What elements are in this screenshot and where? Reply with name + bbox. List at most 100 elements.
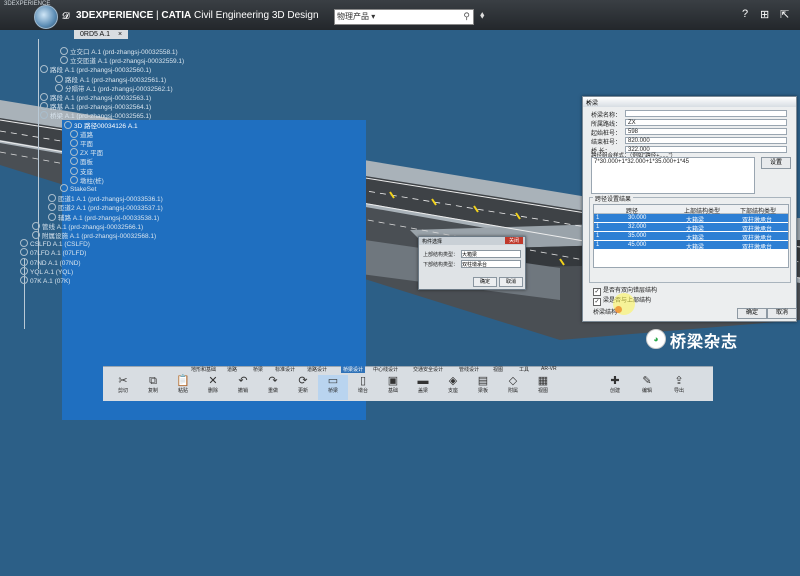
ribbon-button[interactable]: ✎ 编辑 <box>632 375 662 400</box>
product-node-icon <box>60 56 68 65</box>
product-node-icon <box>70 157 78 166</box>
close-icon[interactable]: × <box>586 98 793 107</box>
ribbon-tab[interactable]: 管线设计 <box>459 366 479 373</box>
start-station-field[interactable]: 598 <box>625 128 787 135</box>
brand-prefix: 3DEXPERIENCE <box>76 10 154 21</box>
lower-type-label: 下部结构类型： <box>423 262 459 268</box>
ribbon-tab[interactable]: AR-VR <box>541 366 557 372</box>
cell-lower: 双柱墩承台 <box>742 245 773 251</box>
ribbon-button[interactable]: ▯ 墩台 <box>348 375 378 400</box>
tag-icon[interactable]: ⬧ <box>480 10 485 21</box>
ribbon-button[interactable]: ◈ 支座 <box>438 375 468 400</box>
brand-product: Civil Engineering 3D Design <box>191 10 319 21</box>
ribbon-tab[interactable]: 道路设计 <box>307 366 327 373</box>
route-field[interactable]: ZX <box>625 119 787 126</box>
ribbon-tab[interactable]: 交通安全设计 <box>413 366 443 373</box>
ribbon-button-label: 删除 <box>207 388 218 394</box>
search-input[interactable]: 物理产品 ▾ ⚲ <box>334 9 474 25</box>
ribbon-button-icon: ⟳ <box>298 375 308 387</box>
table-row[interactable]: 1 32.000 大箱梁 双柱墩承台 <box>594 223 788 233</box>
product-node-icon <box>32 231 40 239</box>
cell-span: 45.000 <box>628 242 647 248</box>
ribbon-tab[interactable]: 道路 <box>227 366 237 373</box>
cancel-button[interactable]: 取消 <box>767 308 797 319</box>
end-station-label: 结束桩号： <box>591 140 622 146</box>
upper-type-select[interactable]: 大箱梁 <box>461 250 521 258</box>
ribbon-button-icon: ✕ <box>208 375 218 387</box>
ribbon-tab[interactable]: 地形和基础 <box>191 366 216 373</box>
ribbon-button[interactable]: ⧉ 复制 <box>138 375 168 400</box>
ribbon-tab[interactable]: 桥梁 <box>253 366 263 373</box>
ribbon-button[interactable]: ▦ 视图 <box>528 375 558 400</box>
ribbon-button[interactable]: ▣ 基础 <box>378 375 408 400</box>
ribbon-button-label: 墩台 <box>357 388 368 394</box>
component-ok-button[interactable]: 确定 <box>473 277 497 287</box>
double-layer-label: 是否有双向错层结构 <box>603 288 658 294</box>
ok-button[interactable]: 确定 <box>737 308 767 319</box>
ribbon-button[interactable]: ✂ 剪切 <box>108 375 138 400</box>
upper-type-label: 上部结构类型： <box>423 252 459 258</box>
cursor-highlight <box>613 293 635 315</box>
ribbon-button[interactable]: ↷ 重做 <box>258 375 288 400</box>
component-cancel-button[interactable]: 取消 <box>499 277 523 287</box>
bridge-name-field[interactable] <box>625 110 787 117</box>
ribbon-tab[interactable]: 桥梁设计 <box>341 366 366 373</box>
ribbon-button[interactable]: 📋 粘贴 <box>168 375 198 400</box>
component-dialog-title: 构件选择 <box>422 239 443 245</box>
add-icon[interactable]: ⊞ <box>760 8 769 21</box>
ribbon-button[interactable]: ▤ 梁板 <box>468 375 498 400</box>
ribbon-button-icon: 📋 <box>176 375 190 387</box>
ribbon-button[interactable]: ▭ 桥梁 <box>318 375 348 400</box>
tree-item-label: CSLFD A.1 (CSLFD) <box>30 241 90 249</box>
ribbon-button[interactable]: ✕ 删除 <box>198 375 228 400</box>
ribbon-button[interactable]: ✚ 创建 <box>600 375 630 400</box>
ribbon-tab[interactable]: 中心线设计 <box>373 366 398 373</box>
span-style-field[interactable]: 7*30.000+1*32.000+1*35.000+1*45 <box>591 157 755 194</box>
product-node-icon <box>60 47 68 55</box>
ribbon-button-icon: ✎ <box>642 375 652 387</box>
tab-document[interactable]: 0RD5 A.1 × <box>74 30 129 39</box>
product-node-icon <box>40 93 48 101</box>
product-node-icon <box>48 203 56 212</box>
product-node-icon <box>55 83 63 92</box>
tree-item-label: 07K A.1 (07K) <box>30 278 71 285</box>
brand-app: CATIA <box>161 10 192 21</box>
search-scope-dropdown[interactable]: 物理产品 ▾ <box>337 11 375 22</box>
tab-close-icon[interactable]: × <box>118 31 122 38</box>
help-icon[interactable]: ? <box>742 8 748 20</box>
end-station-field[interactable]: 820.000 <box>625 137 787 144</box>
ribbon-button-label: 盖梁 <box>417 388 428 394</box>
ribbon-button-icon: ▭ <box>327 375 339 387</box>
cell-upper: 大箱梁 <box>686 245 705 251</box>
table-row[interactable]: 1 35.000 大箱梁 双柱墩承台 <box>594 232 788 242</box>
ribbon-tab[interactable]: 工具 <box>519 366 529 373</box>
product-node-icon <box>20 257 28 266</box>
cell-span: 30.000 <box>628 215 647 221</box>
ribbon-button[interactable]: ⟳ 更新 <box>288 375 318 400</box>
search-icon[interactable]: ⚲ <box>463 11 470 22</box>
component-dialog: 构件选择 关闭 上部结构类型： 大箱梁 下部结构类型： 双柱墩承台 确定 取消 <box>418 236 526 290</box>
tree-item[interactable]: 07K A.1 (07K) <box>20 276 320 576</box>
compass-icon[interactable] <box>34 5 58 29</box>
ribbon-button[interactable]: ↶ 撤销 <box>228 375 258 400</box>
bridge-dialog: 桥梁 × 桥梁名称： 所属路线： ZX 起始桩号： 598 结束桩号： 820.… <box>582 96 797 322</box>
product-node-icon <box>20 266 28 275</box>
watermark-text: 桥梁杂志 <box>670 334 739 351</box>
share-icon[interactable]: ⇱ <box>780 8 789 21</box>
route-label: 所属路线： <box>591 122 622 128</box>
ribbon-tab[interactable]: 标准设计 <box>275 366 295 373</box>
set-button[interactable]: 设置 <box>761 157 791 169</box>
table-row[interactable]: 1 30.000 大箱梁 双柱墩承台 <box>594 214 788 224</box>
lower-type-select[interactable]: 双柱墩承台 <box>461 260 521 268</box>
product-node-icon <box>40 102 48 111</box>
ribbon-button[interactable]: ▬ 盖梁 <box>408 375 438 400</box>
ribbon-button[interactable]: ◇ 附属 <box>498 375 528 400</box>
table-row[interactable]: 1 45.000 大箱梁 双柱墩承台 <box>594 241 788 251</box>
cell-span: 32.000 <box>628 224 647 230</box>
ribbon-tab[interactable]: 视图 <box>493 366 503 373</box>
ribbon-button[interactable]: ⇪ 导出 <box>664 375 694 400</box>
product-node-icon <box>48 194 56 203</box>
action-bar-tabs: 地形和基础 道路 桥梁 标准设计 道路设计 桥梁设计 中心线设计 交通安全设计 管线设计 视图 工具… <box>191 366 621 373</box>
component-dialog-close-button[interactable]: 关闭 <box>505 237 523 244</box>
ribbon-button-label: 更新 <box>297 388 308 394</box>
